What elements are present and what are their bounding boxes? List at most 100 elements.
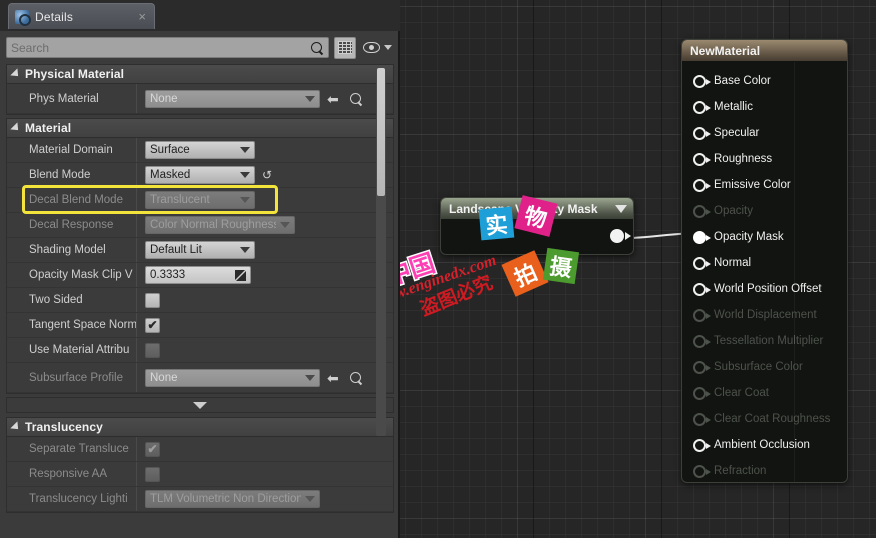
input-pin-icon[interactable] — [693, 126, 711, 140]
asset-picker-subsurface-profile[interactable]: None — [145, 368, 320, 387]
material-input-pin[interactable]: Roughness — [682, 146, 847, 172]
use-selected-asset-icon[interactable]: ⬅ — [327, 371, 339, 385]
chevron-down-icon — [280, 222, 290, 228]
material-input-pin[interactable]: World Position Offset — [682, 276, 847, 302]
input-pin-icon — [693, 360, 711, 374]
property-label: Two Sided — [7, 288, 137, 312]
property-value: Surface — [137, 141, 393, 159]
output-pin[interactable] — [610, 229, 631, 243]
reset-to-default-icon[interactable]: ↺ — [262, 169, 272, 181]
node-landscape-visibility-mask[interactable]: Landscape Visibility Mask — [440, 197, 634, 255]
section-header[interactable]: Physical Material — [7, 65, 393, 84]
dropdown-decal-response: Color Normal Roughness — [145, 216, 295, 234]
input-pin-icon — [693, 308, 711, 322]
chevron-down-icon — [240, 247, 250, 253]
section-title: Translucency — [25, 420, 103, 434]
property-row: Two Sided — [7, 288, 393, 313]
browse-asset-icon[interactable] — [349, 371, 363, 385]
material-input-pin[interactable]: Ambient Occlusion — [682, 432, 847, 458]
property-row: Shading Model Default Lit — [7, 238, 393, 263]
material-input-pin-list: Base Color Metallic Specular Roughness Emiss… — [682, 61, 847, 492]
show-advanced-button[interactable] — [6, 397, 394, 413]
material-input-pin[interactable]: Metallic — [682, 94, 847, 120]
expander-triangle-icon[interactable] — [10, 421, 22, 433]
dropdown-value: Surface — [150, 144, 190, 156]
tab-label: Details — [35, 9, 74, 24]
visibility-options-button[interactable] — [363, 42, 392, 53]
material-input-pin[interactable]: Base Color — [682, 68, 847, 94]
tab-details[interactable]: Details × — [8, 3, 155, 29]
dropdown-value: Translucent — [150, 194, 210, 206]
property-list: Physical Material Phys Material None ⬅ Mater… — [0, 64, 400, 538]
input-pin-label: Ambient Occlusion — [714, 439, 810, 451]
input-pin-icon[interactable] — [693, 438, 711, 452]
chevron-down-icon — [384, 45, 392, 50]
node-title: NewMaterial — [690, 43, 761, 58]
dropdown-decal-blend-mode: Translucent — [145, 191, 255, 209]
property-row: Responsive AA — [7, 462, 393, 487]
asset-value: None — [150, 92, 178, 105]
section-header[interactable]: Translucency — [7, 418, 393, 437]
details-scrollbar[interactable] — [376, 66, 386, 436]
input-pin-label: Opacity — [714, 205, 753, 217]
dropdown-material-domain[interactable]: Surface — [145, 141, 255, 159]
property-value: None ⬅ — [137, 368, 393, 387]
input-pin-icon[interactable] — [693, 74, 711, 88]
chevron-down-icon[interactable] — [615, 204, 627, 213]
property-value: Translucent — [137, 191, 393, 209]
scrollbar-thumb[interactable] — [377, 68, 385, 196]
expander-triangle-icon[interactable] — [10, 122, 22, 134]
property-label: Shading Model — [7, 238, 137, 262]
node-header[interactable]: NewMaterial — [682, 40, 847, 61]
input-pin-label: Specular — [714, 127, 760, 139]
node-header[interactable]: Landscape Visibility Mask — [441, 198, 633, 219]
checkbox-tangent-space-norm[interactable]: ✔ — [145, 317, 160, 333]
dropdown-shading-model[interactable]: Default Lit — [145, 241, 255, 259]
material-input-pin[interactable]: Normal — [682, 250, 847, 276]
drag-spinner-icon[interactable] — [235, 269, 246, 281]
input-pin-icon[interactable] — [693, 178, 711, 192]
node-new-material[interactable]: NewMaterial Base Color Metallic Specular Ro… — [681, 39, 848, 483]
material-input-pin[interactable]: Specular — [682, 120, 847, 146]
input-pin-label: World Displacement — [714, 309, 817, 321]
property-value: TLM Volumetric Non Directional — [137, 490, 393, 508]
search-toolbar — [0, 33, 398, 62]
material-input-pin: Clear Coat Roughness — [682, 406, 847, 432]
input-pin-icon[interactable] — [693, 100, 711, 114]
input-pin-icon[interactable] — [693, 230, 711, 244]
checkbox-separate-transluce: ✔ — [145, 441, 160, 457]
search-input[interactable] — [11, 40, 310, 55]
section-header[interactable]: Material — [7, 119, 393, 138]
expander-triangle-icon[interactable] — [10, 68, 22, 80]
input-pin-icon[interactable] — [693, 282, 711, 296]
asset-picker-phys-material[interactable]: None — [145, 89, 320, 108]
eye-icon — [363, 42, 380, 53]
material-input-pin[interactable]: Opacity Mask — [682, 224, 847, 250]
material-input-pin[interactable]: Emissive Color — [682, 172, 847, 198]
checkbox-two-sided[interactable] — [145, 292, 160, 308]
input-pin-label: Normal — [714, 257, 752, 269]
search-icon — [310, 41, 324, 55]
input-pin-label: Opacity Mask — [714, 231, 784, 243]
use-selected-asset-icon[interactable]: ⬅ — [327, 92, 339, 106]
close-icon[interactable]: × — [136, 10, 148, 23]
section-translucency: Translucency Separate Transluce ✔ Responsiv… — [6, 417, 394, 513]
check-icon: ✔ — [147, 442, 158, 456]
search-box[interactable] — [6, 37, 329, 58]
input-pin-label: Metallic — [714, 101, 753, 113]
input-pin-icon — [693, 334, 711, 348]
grid-view-button[interactable] — [334, 36, 356, 59]
input-pin-label: Subsurface Color — [714, 361, 803, 373]
input-pin-icon[interactable] — [693, 256, 711, 270]
section-rows: Material Domain Surface Blend Mode Masked ↺ D… — [7, 138, 393, 393]
input-pin-icon[interactable] — [693, 152, 711, 166]
input-pin-icon — [693, 386, 711, 400]
tab-strip: Details × — [0, 0, 400, 31]
input-pin-label: Base Color — [714, 75, 771, 87]
input-pin-label: Tessellation Multiplier — [714, 335, 824, 347]
input-pin-label: World Position Offset — [714, 283, 822, 295]
browse-asset-icon[interactable] — [349, 92, 363, 106]
number-input-opacity-mask-clip-v[interactable]: 0.3333 — [145, 266, 251, 284]
dropdown-blend-mode[interactable]: Masked — [145, 166, 255, 184]
chevron-down-icon — [240, 197, 250, 203]
